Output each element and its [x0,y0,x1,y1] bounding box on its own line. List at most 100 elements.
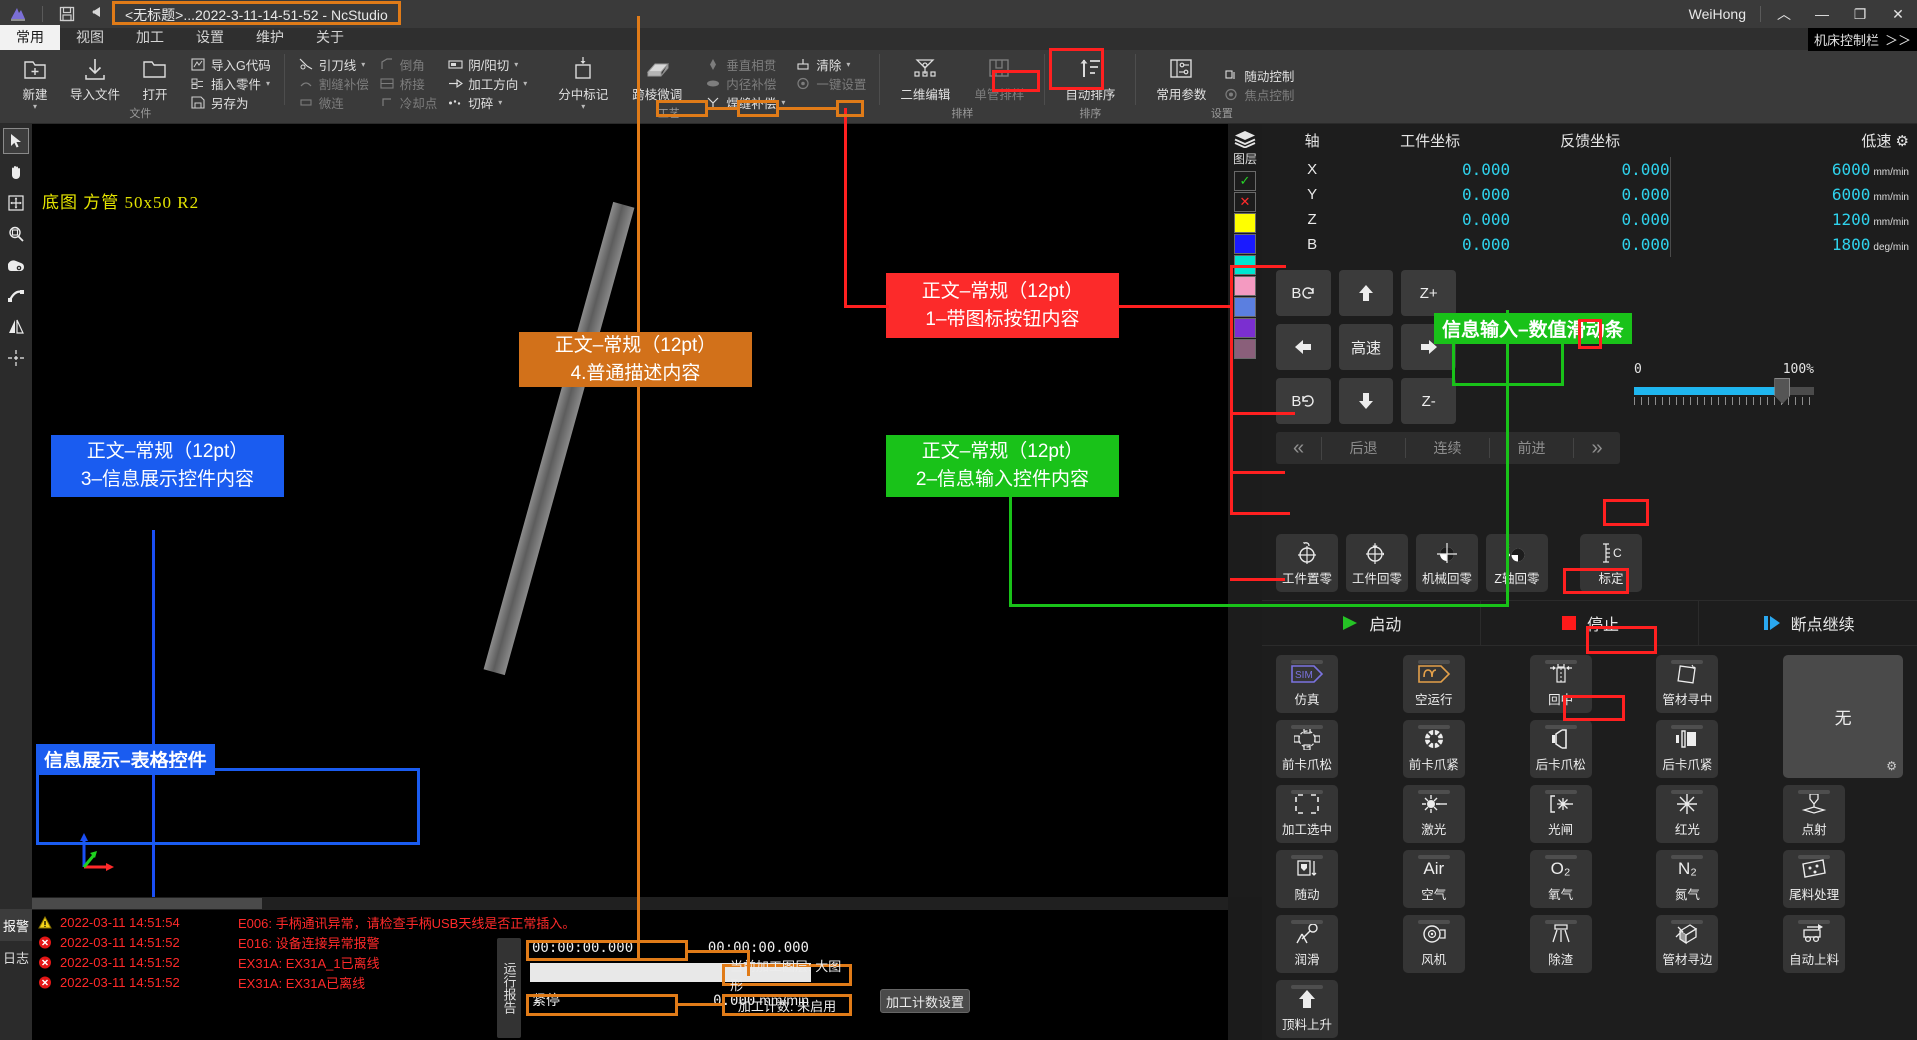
jog-mode-后退[interactable]: 后退 [1322,438,1406,458]
common-params-button[interactable]: 常用参数 [1145,52,1217,103]
function-tile-氮气[interactable]: N₂ 氮气 [1656,850,1719,908]
2d-edit-button[interactable]: 二维编辑 [889,52,961,103]
jog-key-B[interactable]: B [1276,270,1331,316]
zero-button-机械回零[interactable]: 机械回零 [1416,534,1478,592]
mirror-icon[interactable] [3,314,29,340]
layer-swatch-4[interactable] [1234,255,1256,275]
new-button[interactable]: 新建 ▾ [6,52,64,111]
log-row[interactable]: 2022-03-11 14:51:54 E006: 手柄通讯异常，请检查手柄USB… [38,912,1228,932]
function-tile-前卡爪松[interactable]: 前卡爪松 [1276,720,1338,778]
scrollbar-thumb[interactable] [32,898,262,909]
layer-swatch-1[interactable]: ✕ [1234,192,1256,212]
function-tile-后卡爪紧[interactable]: 后卡爪紧 [1656,720,1719,778]
function-tile-光闸[interactable]: 光闸 [1529,785,1592,843]
function-tile-激光[interactable]: 激光 [1402,785,1465,843]
function-tile-空气[interactable]: Air 空气 [1402,850,1465,908]
jog-key-arrow-down-icon[interactable] [1338,378,1394,424]
select-arrow-icon[interactable] [3,128,29,154]
function-tile-加工选中[interactable]: 加工选中 [1276,785,1338,843]
jog-key-arrow-left-icon[interactable] [1276,324,1331,370]
import-file-button[interactable]: 导入文件 [66,52,124,103]
undo-icon[interactable] [87,4,107,24]
canvas-horizontal-scrollbar[interactable] [32,897,1228,910]
follow-control-button[interactable]: 随动控制 [1219,66,1298,84]
function-tile-管材寻中[interactable]: 管材寻中 [1656,655,1719,713]
cross-edge-tune-button[interactable]: 跨棱微调 [621,52,693,103]
chevron-down-icon[interactable]: ▾ [361,60,365,69]
ribbon-tab-2[interactable]: 加工 [120,25,180,50]
function-tile-自动上料[interactable]: 自动上料 [1783,915,1846,973]
ribbon-tab-3[interactable]: 设置 [180,25,240,50]
jog-key-arrow-up-icon[interactable] [1338,270,1394,316]
function-tile-点射[interactable]: 点射 [1783,785,1846,843]
camera-icon[interactable] [3,252,29,278]
function-tile-回中[interactable]: 回中 [1529,655,1592,713]
function-tile-管材寻边[interactable]: 管材寻边 [1656,915,1719,973]
run-report-tab[interactable]: 运行报告 [497,938,521,1038]
gear-icon[interactable]: ⚙ [1896,133,1909,150]
function-tile-后卡爪松[interactable]: 后卡爪松 [1529,720,1592,778]
zero-button-工件回零[interactable]: 工件回零 [1346,534,1408,592]
layer-swatch-8[interactable] [1234,339,1256,359]
chevron-down-icon[interactable]: ▾ [498,98,502,107]
zero-button-Z轴回零[interactable]: z Z轴回零 [1486,534,1548,592]
function-tile-随动[interactable]: 随动 [1276,850,1338,908]
function-tile-尾料处理[interactable]: 尾料处理 [1783,850,1846,908]
function-tile-氧气[interactable]: O₂ 氧气 [1529,850,1592,908]
one-key-setup-button[interactable]: 一键设置 [791,74,870,92]
zoom-magnifier-icon[interactable] [3,221,29,247]
function-tile-风机[interactable]: 风机 [1402,915,1465,973]
node-edit-icon[interactable] [3,283,29,309]
jog-key-Z+[interactable]: Z+ [1401,270,1457,316]
zero-button-标定[interactable]: C 标定 [1580,534,1642,592]
ribbon-tab-4[interactable]: 维护 [240,25,300,50]
vertical-intersect-button[interactable]: 垂直相贯 [701,55,789,73]
bridge-button[interactable]: 桥接 [375,74,442,92]
gear-icon[interactable]: ⚙ [1886,759,1897,773]
function-tile-仿真[interactable]: SIM 仿真 [1276,655,1338,713]
import-gcode-button[interactable]: 导入G代码 [186,55,275,73]
run-button-启动[interactable]: 启动 [1262,601,1481,645]
machining-direction-button[interactable]: 加工方向 ▾ [443,74,531,92]
machine-control-bar-toggle[interactable]: 机床控制栏 ＞＞ [1807,28,1917,51]
feed-override-slider[interactable]: 0 100% [1634,362,1814,405]
center-mark-button[interactable]: 分中标记 ▾ [547,52,619,111]
ribbon-tab-1[interactable]: 视图 [60,25,120,50]
axis-speed[interactable]: 6000 mm/min [1669,182,1909,207]
crosshair-icon[interactable] [3,345,29,371]
save-icon[interactable] [57,4,77,24]
clear-button[interactable]: 清除 ▾ [791,55,870,73]
layer-swatch-5[interactable] [1234,276,1256,296]
jog-mode-前进[interactable]: 前进 [1490,438,1574,458]
single-tube-nesting-button[interactable]: 单管排样 [963,52,1035,103]
close-button[interactable]: ✕ [1879,0,1917,28]
jog-key-B[interactable]: B [1276,378,1331,424]
chevron-down-icon[interactable]: ▾ [266,79,270,88]
lead-line-button[interactable]: 引刀线 ▾ [294,55,373,73]
function-tile-除渣[interactable]: 除渣 [1529,915,1592,973]
function-tile-前卡爪紧[interactable]: 前卡爪紧 [1402,720,1465,778]
jog-key-arrow-right-icon[interactable] [1401,324,1457,370]
chevron-down-icon[interactable]: ▾ [846,60,850,69]
run-button-停止[interactable]: 停止 [1481,601,1700,645]
function-tile-红光[interactable]: 红光 [1656,785,1719,843]
kerf-comp-button[interactable]: 割缝补偿 [294,74,373,92]
chevron-down-icon[interactable]: ▾ [514,60,518,69]
log-tab-报警[interactable]: 报警 [0,909,32,941]
drawing-canvas[interactable]: 底图 方管 50x50 R2 [32,124,1228,746]
layer-swatch-3[interactable] [1234,234,1256,254]
jog-mode-double-left-icon[interactable]: « [1276,436,1322,460]
chevron-down-icon[interactable]: ▾ [523,79,527,88]
log-tab-日志[interactable]: 日志 [0,941,32,973]
open-button[interactable]: 打开 [126,52,184,103]
run-button-断点继续[interactable]: 断点继续 [1699,601,1917,645]
collapse-ribbon-button[interactable]: ︿ [1765,0,1803,28]
inner-outer-cut-button[interactable]: 阴/阳切 ▾ [443,55,531,73]
machining-count-settings-button[interactable]: 加工计数设置 [880,989,970,1013]
mode-none-button[interactable]: 无 ⚙ [1783,655,1903,778]
axis-speed[interactable]: 1200 mm/min [1669,207,1909,232]
inner-dia-comp-button[interactable]: 内径补偿 [701,74,789,92]
layer-swatch-7[interactable] [1234,318,1256,338]
axis-speed[interactable]: 1800 deg/min [1669,232,1909,257]
drawing-canvas-lower[interactable] [32,746,1228,897]
